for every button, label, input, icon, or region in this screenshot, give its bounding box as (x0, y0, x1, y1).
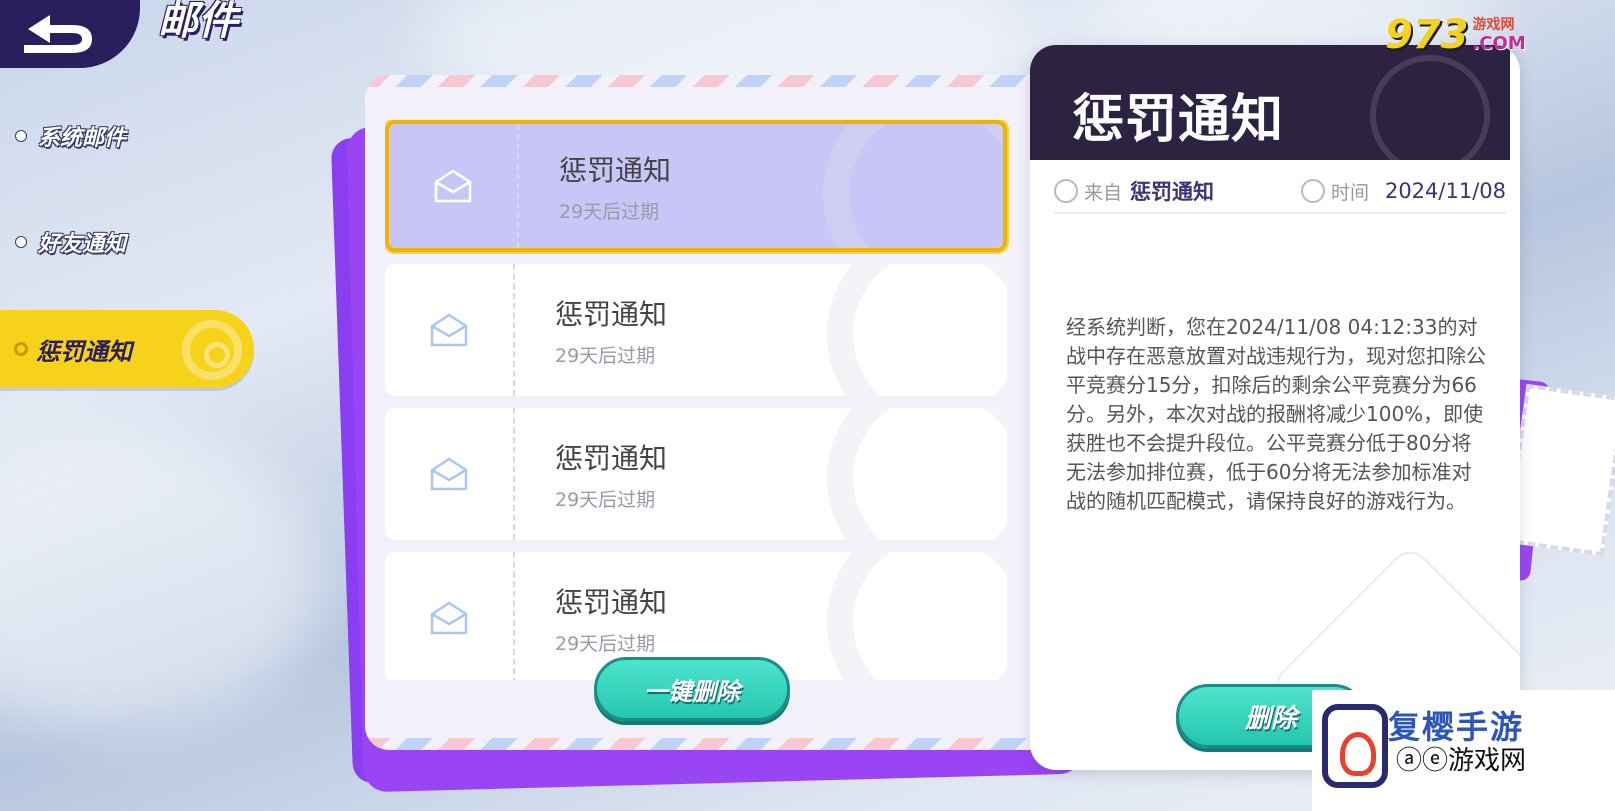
detail-header: 惩罚通知 (1030, 45, 1510, 175)
from-value: 惩罚通知 (1130, 180, 1215, 204)
mail-item[interactable]: 惩罚通知 29天后过期 (385, 264, 1007, 396)
delete-all-button[interactable]: 一键删除 (594, 657, 790, 721)
mail-deco (827, 264, 1007, 396)
pokeball-deco-icon (182, 320, 242, 380)
watermark-bottom: 复樱手游 ⓐⓔ游戏网 (1312, 690, 1615, 811)
detail-title: 惩罚通知 (1072, 90, 1285, 150)
mail-item-selected[interactable]: 惩罚通知 29天后过期 (385, 120, 1007, 252)
mail-icon-cell (385, 408, 515, 540)
watermark-site: 游戏网 (1472, 16, 1515, 33)
mail-title: 惩罚通知 (555, 297, 668, 331)
mail-expire: 29天后过期 (555, 344, 656, 367)
mail-expire: 29天后过期 (559, 200, 660, 223)
mail-deco (823, 124, 1003, 248)
watermark-logo-icon (1322, 704, 1388, 788)
sidebar-item-label: 系统邮件 (38, 126, 127, 151)
bullet-icon (16, 237, 26, 247)
watermark-domain: .COM (1472, 32, 1526, 54)
detail-body: 经系统判断，您在2024/11/08 04:12:33的对战中存在恶意放置对战违… (1066, 315, 1486, 513)
page-title: 邮件 (158, 0, 238, 44)
watermark-ae: ⓐⓔ游戏网 (1396, 746, 1527, 776)
pokeball-bullet-icon (14, 342, 28, 356)
back-arrow-icon (24, 15, 92, 53)
watermark-top: 973 游戏网 .COM (1385, 12, 1526, 58)
mail-detail-panel: 惩罚通知 来自 惩罚通知 时间 2024/11/08 经系统判断，您在2024/… (1030, 45, 1520, 770)
airmail-border-bottom (365, 738, 1065, 750)
time-value: 2024/11/08 (1384, 179, 1506, 203)
postmark-icon (1370, 55, 1490, 175)
sidebar-item-penalty-notice[interactable]: 惩罚通知 (0, 310, 254, 388)
sidebar-item-label: 好友通知 (38, 232, 127, 257)
detail-meta: 来自 惩罚通知 时间 2024/11/08 (1054, 170, 1506, 214)
user-icon (1054, 179, 1078, 203)
mail-title: 惩罚通知 (555, 585, 668, 619)
sidebar-item-label: 惩罚通知 (36, 337, 132, 366)
open-envelope-icon (430, 457, 468, 491)
mail-title: 惩罚通知 (559, 153, 672, 187)
mail-title: 惩罚通知 (555, 441, 668, 475)
sidebar-item-friend-notice[interactable]: 好友通知 (16, 226, 126, 258)
mail-expire: 29天后过期 (555, 488, 656, 511)
open-envelope-icon (434, 169, 472, 203)
watermark-number: 973 (1385, 12, 1469, 58)
mail-icon-cell (389, 124, 519, 248)
mail-deco (827, 408, 1007, 540)
back-button[interactable] (0, 0, 140, 68)
from-label: 来自 (1084, 181, 1123, 204)
mail-icon-cell (385, 264, 515, 396)
open-envelope-icon (430, 313, 468, 347)
mail-list-panel: 惩罚通知 29天后过期 惩罚通知 29天后过期 惩罚通知 29天后过期 惩罚通知… (365, 75, 1065, 750)
mail-icon-cell (385, 552, 515, 680)
bullet-icon (16, 131, 26, 141)
clock-icon (1300, 179, 1325, 203)
mail-item[interactable]: 惩罚通知 29天后过期 (385, 408, 1007, 540)
airmail-border-top (365, 75, 1065, 87)
time-label: 时间 (1330, 181, 1369, 204)
mail-expire: 29天后过期 (555, 632, 656, 655)
open-envelope-icon (430, 601, 468, 635)
mail-list[interactable]: 惩罚通知 29天后过期 惩罚通知 29天后过期 惩罚通知 29天后过期 惩罚通知… (385, 120, 1015, 680)
mail-deco (827, 552, 1007, 680)
sidebar-item-system-mail[interactable]: 系统邮件 (16, 120, 126, 152)
